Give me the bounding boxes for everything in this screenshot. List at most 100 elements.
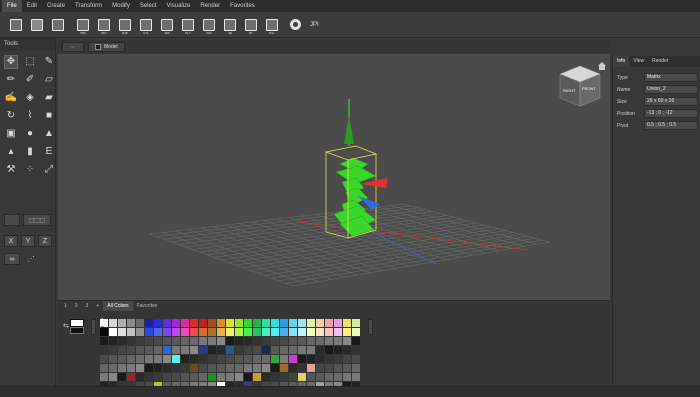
color-swatch[interactable] [145, 355, 153, 363]
color-swatch[interactable] [163, 319, 171, 327]
color-swatch[interactable] [163, 373, 171, 381]
export-mc-button[interactable]: MC [243, 17, 259, 35]
color-swatch[interactable] [343, 373, 351, 381]
color-swatch[interactable] [298, 355, 306, 363]
color-swatch[interactable] [253, 373, 261, 381]
color-swatch[interactable] [199, 373, 207, 381]
color-swatch[interactable] [280, 337, 288, 345]
color-swatch[interactable] [190, 355, 198, 363]
color-swatch[interactable] [181, 346, 189, 354]
color-swatch[interactable] [154, 319, 162, 327]
color-swatch[interactable] [253, 328, 261, 336]
color-swatch[interactable] [244, 346, 252, 354]
color-swatch[interactable] [280, 319, 288, 327]
color-swatch[interactable] [271, 328, 279, 336]
color-swatch[interactable] [325, 346, 333, 354]
menu-favorites[interactable]: Favorites [225, 0, 260, 12]
color-swatch[interactable] [316, 337, 324, 345]
axis-z-button[interactable]: Z [38, 235, 52, 247]
palette-tab-1[interactable]: 1 [60, 301, 71, 311]
menu-select[interactable]: Select [135, 0, 162, 12]
color-swatch[interactable] [352, 346, 360, 354]
color-swatch[interactable] [289, 346, 297, 354]
color-swatch[interactable] [298, 319, 306, 327]
tab-view[interactable]: View [629, 56, 648, 67]
color-swatch[interactable] [334, 355, 342, 363]
color-swatch[interactable] [118, 328, 126, 336]
color-swatch[interactable] [307, 337, 315, 345]
color-swatch[interactable] [253, 346, 261, 354]
color-swatch[interactable] [307, 364, 315, 372]
color-swatch[interactable] [217, 337, 225, 345]
color-swatch[interactable] [253, 319, 261, 327]
color-swatch[interactable] [136, 346, 144, 354]
color-swatch[interactable] [181, 328, 189, 336]
color-swatch[interactable] [136, 373, 144, 381]
color-swatch[interactable] [100, 373, 108, 381]
color-swatch[interactable] [280, 355, 288, 363]
color-swatch[interactable] [271, 346, 279, 354]
color-swatch[interactable] [127, 337, 135, 345]
color-swatch[interactable] [136, 328, 144, 336]
color-swatch[interactable] [352, 373, 360, 381]
primary-color-swatch[interactable] [70, 319, 84, 327]
color-swatch[interactable] [244, 319, 252, 327]
color-swatch[interactable] [226, 346, 234, 354]
scatter-button[interactable]: ⋰ [23, 253, 39, 265]
color-swatch[interactable] [172, 355, 180, 363]
prop-pivot-value[interactable]: 0.5 ; 0.5 ; 0.5 [644, 121, 698, 130]
color-swatch[interactable] [235, 346, 243, 354]
color-swatch[interactable] [352, 364, 360, 372]
rotate-icon[interactable]: ↻ [5, 110, 17, 122]
color-swatch[interactable] [226, 373, 234, 381]
fill-bucket-icon[interactable]: ◈ [24, 92, 36, 104]
color-swatch[interactable] [334, 328, 342, 336]
link-button[interactable]: ∞ [4, 253, 20, 265]
color-swatch[interactable] [325, 364, 333, 372]
color-swatch[interactable] [217, 319, 225, 327]
color-swatch[interactable] [325, 319, 333, 327]
color-swatch[interactable] [217, 364, 225, 372]
color-swatch[interactable] [208, 346, 216, 354]
menu-modify[interactable]: Modify [107, 0, 135, 12]
color-swatch[interactable] [235, 364, 243, 372]
color-swatch[interactable] [190, 346, 198, 354]
color-swatch[interactable] [118, 337, 126, 345]
color-swatch[interactable] [127, 355, 135, 363]
color-swatch[interactable] [226, 337, 234, 345]
color-swatch[interactable] [172, 346, 180, 354]
paint-brush-icon[interactable]: ✍ [5, 92, 17, 104]
color-swatch[interactable] [262, 373, 270, 381]
color-swatch[interactable] [271, 319, 279, 327]
color-swatch[interactable] [100, 355, 108, 363]
color-swatch[interactable] [118, 346, 126, 354]
color-swatch[interactable] [136, 364, 144, 372]
color-swatch[interactable] [127, 364, 135, 372]
color-swatch[interactable] [181, 373, 189, 381]
color-swatch[interactable] [109, 364, 117, 372]
extrude-icon[interactable]: Ε [43, 146, 55, 158]
color-swatch[interactable] [199, 355, 207, 363]
color-swatch[interactable] [280, 328, 288, 336]
face-select-icon[interactable]: ⌇ [24, 110, 36, 122]
color-swatch[interactable] [334, 319, 342, 327]
color-swatch[interactable] [136, 319, 144, 327]
color-swatch[interactable] [136, 337, 144, 345]
color-swatch[interactable] [262, 328, 270, 336]
color-swatch[interactable] [154, 355, 162, 363]
color-swatch[interactable] [289, 364, 297, 372]
color-swatch[interactable] [289, 337, 297, 345]
color-swatch[interactable] [172, 373, 180, 381]
color-swatch[interactable] [262, 319, 270, 327]
print-button[interactable] [50, 17, 66, 33]
color-swatch[interactable] [217, 355, 225, 363]
color-swatch[interactable] [298, 364, 306, 372]
color-swatch[interactable] [244, 373, 252, 381]
color-swatch[interactable] [316, 373, 324, 381]
color-swatch[interactable] [253, 337, 261, 345]
color-swatch[interactable] [262, 346, 270, 354]
color-swatch[interactable] [154, 346, 162, 354]
color-swatch[interactable] [325, 373, 333, 381]
palette-tab-add[interactable]: + [92, 301, 103, 311]
resize-icon[interactable]: ⤢ [43, 164, 55, 176]
